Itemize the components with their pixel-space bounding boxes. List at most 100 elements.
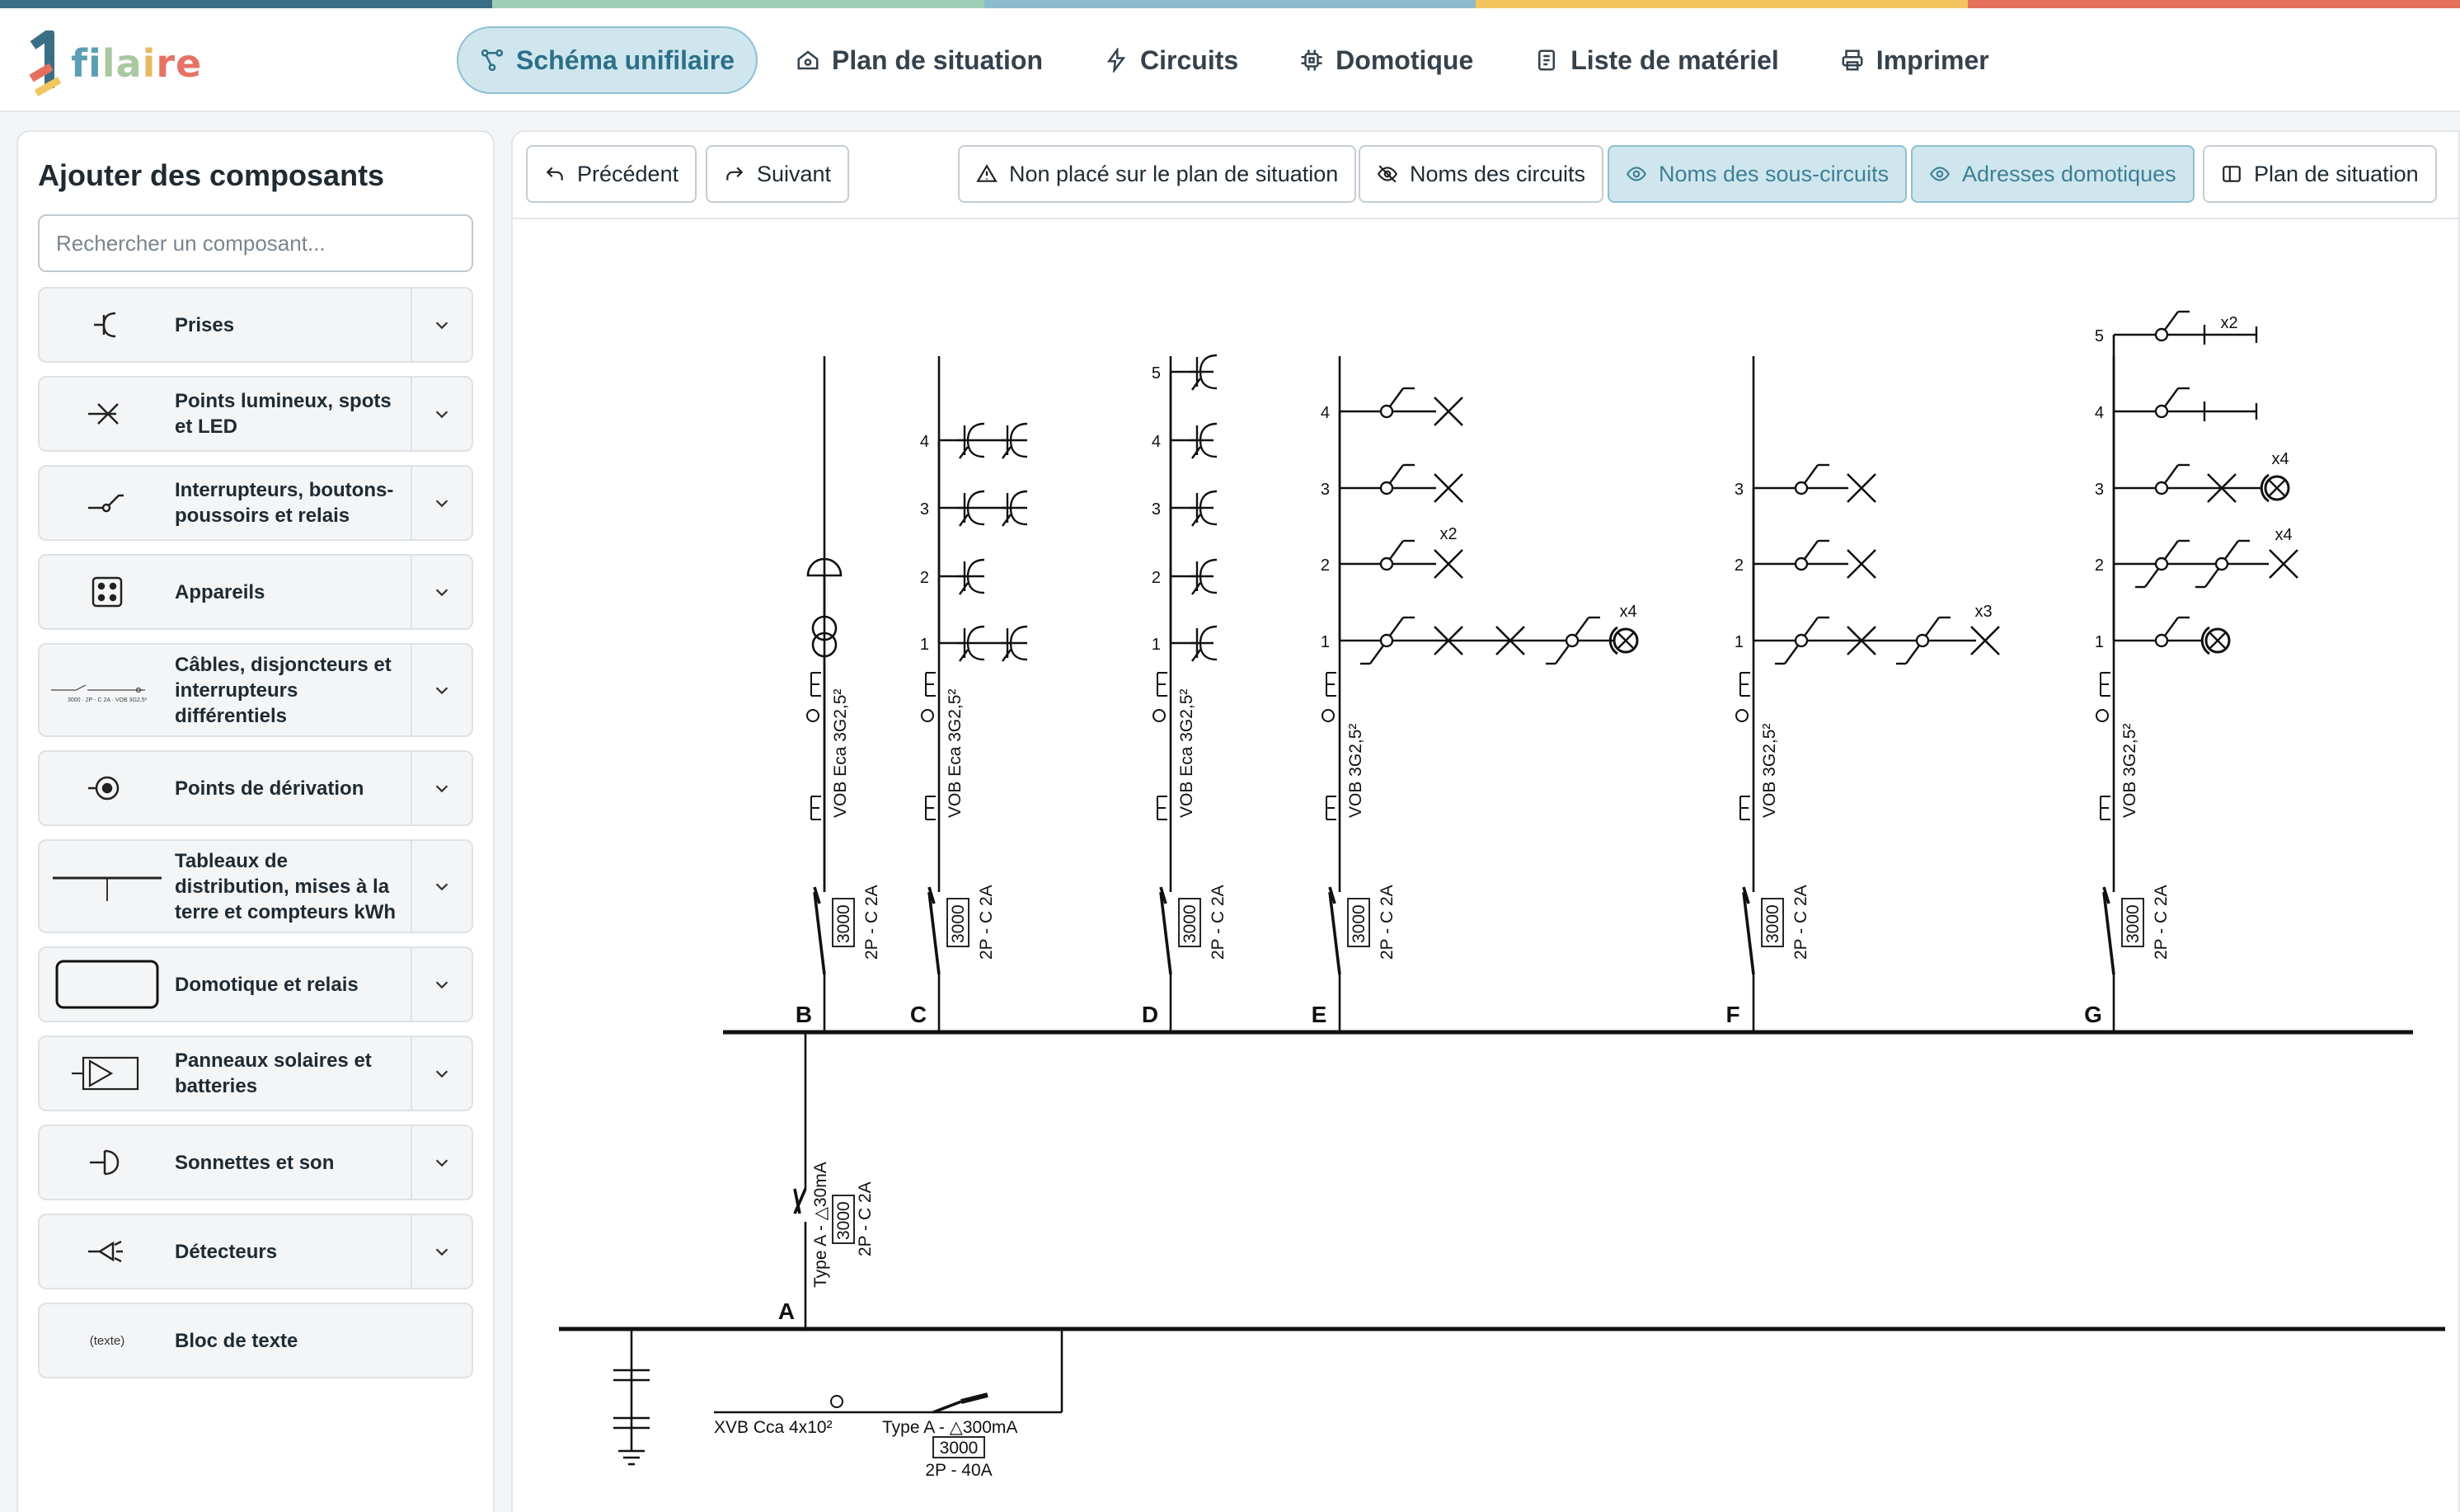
cable-label: VOB 3G2,5²	[2120, 724, 2139, 818]
row-number: 1	[2095, 633, 2104, 651]
breaker-blade	[1159, 891, 1172, 975]
chevron-down-icon[interactable]	[433, 494, 451, 512]
category-prises[interactable]: Prises	[38, 287, 473, 363]
cable-label: VOB Eca 3G2,5²	[946, 689, 965, 818]
row-number: 3	[920, 500, 929, 519]
junction-icon	[88, 776, 120, 801]
category-label: Tableaux de distribution, mises à la ter…	[175, 849, 397, 923]
cable-terminal	[1322, 709, 1335, 722]
category-label: Bloc de texte	[175, 1329, 298, 1352]
switch-icon	[2164, 540, 2179, 560]
chevron-down-icon[interactable]	[433, 1064, 451, 1082]
tab-domotique[interactable]: Domotique	[1276, 26, 1496, 94]
switch-icon	[1369, 645, 1384, 664]
chevron-down-icon[interactable]	[433, 405, 451, 423]
category-bloc-de-texte[interactable]: (texte) Bloc de texte	[38, 1303, 473, 1378]
tab-label: Domotique	[1336, 45, 1474, 75]
tab-label: Plan de situation	[831, 45, 1044, 75]
circuit-letter: D	[1142, 1002, 1158, 1027]
switch-icon	[1915, 633, 1930, 648]
breaker-label: 2P - C 2A	[977, 885, 996, 960]
chevron-down-icon[interactable]	[433, 583, 451, 601]
tab-circuits[interactable]: Circuits	[1081, 26, 1261, 94]
circuit-letter: B	[796, 1002, 812, 1027]
logo-part: i	[142, 41, 157, 86]
chevron-down-icon[interactable]	[433, 877, 451, 895]
chevron-down-icon[interactable]	[433, 779, 451, 797]
category-points-derivation[interactable]: Points de dérivation	[38, 750, 473, 826]
breaker-blade	[813, 891, 826, 975]
rating-box: 3000	[832, 1195, 855, 1244]
component-search-input[interactable]	[38, 214, 473, 272]
components-sidebar: Ajouter des composants Prises Points lum…	[16, 130, 495, 1512]
logo-wordmark: filaire	[71, 41, 202, 86]
row-number: 3	[1321, 481, 1330, 499]
category-domotique-relais[interactable]: Domotique et relais	[38, 946, 473, 1022]
cable-breaker-icon: 3000 · 2P - C 2A · VOB 3G2,5²	[51, 684, 148, 703]
breaker-mark	[960, 1392, 988, 1404]
app-logo[interactable]: filaire	[26, 26, 202, 101]
switch-icon	[2154, 327, 2169, 342]
cable-label: VOB 3G2,5²	[1760, 724, 1779, 818]
rating-label: 3000	[1181, 904, 1199, 943]
chip-icon	[1301, 49, 1322, 71]
category-label: Domotique et relais	[175, 973, 359, 996]
switch-icon	[1925, 617, 1940, 636]
category-appareils[interactable]: Appareils	[38, 554, 473, 630]
chevron-down-icon[interactable]	[433, 1242, 451, 1261]
breaker-label: 2P - 40A	[925, 1461, 992, 1480]
rating-label: 3000	[834, 904, 853, 943]
category-interrupteurs[interactable]: Interrupteurs, boutons-poussoirs et rela…	[38, 465, 473, 541]
category-label: Panneaux solaires et batteries	[175, 1049, 372, 1097]
rating-box: 3000	[832, 898, 855, 947]
row-number: 1	[920, 636, 929, 654]
single-line-diagram[interactable]: 3000 2P - C 2AVOB Eca 3G2,5²B3000 2P - C 2…	[513, 132, 2460, 1512]
switch-icon	[2154, 633, 2169, 648]
category-sonnettes[interactable]: Sonnettes et son	[38, 1125, 473, 1200]
row-number: 2	[920, 569, 929, 587]
category-panneaux-solaires[interactable]: Panneaux solaires et batteries	[38, 1035, 473, 1111]
switch-icon	[1389, 540, 1404, 560]
tab-liste-de-materiel[interactable]: Liste de matériel	[1511, 26, 1802, 94]
category-points-lumineux[interactable]: Points lumineux, spots et LED	[38, 376, 473, 452]
switch-icon	[1565, 633, 1580, 648]
category-cables-disjoncteurs[interactable]: 3000 · 2P - C 2A · VOB 3G2,5² Câbles, di…	[38, 643, 473, 737]
differential-label: Type A - △300mA	[882, 1418, 1017, 1437]
breaker-label: 2P - C 2A	[856, 1181, 875, 1256]
category-label: Interrupteurs, boutons-poussoirs et rela…	[175, 479, 394, 527]
row-number: 4	[920, 433, 929, 451]
cable-terminal	[806, 709, 819, 722]
rating-label: 3000	[834, 1201, 853, 1240]
breaker-blade	[1742, 891, 1755, 975]
tab-imprimer[interactable]: Imprimer	[1817, 26, 2012, 94]
tab-plan-de-situation[interactable]: Plan de situation	[772, 26, 1066, 94]
chevron-down-icon[interactable]	[433, 975, 451, 993]
chevron-down-icon[interactable]	[433, 681, 451, 699]
printer-icon	[1842, 49, 1863, 71]
rating-box: 3000	[1347, 898, 1370, 947]
category-tableaux-distribution[interactable]: Tableaux de distribution, mises à la ter…	[38, 839, 473, 933]
tab-label: Schéma unifilaire	[516, 45, 735, 75]
switch-icon	[1379, 404, 1394, 419]
appliance-icon	[92, 576, 123, 608]
category-detecteurs[interactable]: Détecteurs	[38, 1214, 473, 1289]
switch-icon	[2154, 404, 2169, 419]
circuit-letter: F	[1725, 1002, 1739, 1027]
bell-icon	[90, 1149, 120, 1176]
chevron-down-icon[interactable]	[433, 316, 451, 334]
logo-part: re	[156, 41, 203, 86]
switch-icon	[1389, 464, 1404, 484]
tab-schema-unifilaire[interactable]: Schéma unifilaire	[457, 26, 758, 94]
breaker-blade	[932, 1400, 962, 1414]
solar-panel-icon	[72, 1056, 139, 1091]
multiplier-label: x4	[2271, 450, 2289, 468]
circuit-C: 3000 2P - C 2A VOB Eca 3G2,5² C 4 3 2 1	[910, 356, 1028, 1032]
switch-icon	[2154, 556, 2169, 571]
chevron-down-icon[interactable]	[433, 1153, 451, 1172]
category-label: Appareils	[175, 580, 265, 603]
breaker-blade	[2102, 891, 2115, 975]
switch-icon	[2164, 311, 2179, 331]
switch-icon	[1575, 617, 1589, 636]
circuit-letter: C	[910, 1002, 927, 1027]
category-label: Prises	[175, 313, 235, 336]
